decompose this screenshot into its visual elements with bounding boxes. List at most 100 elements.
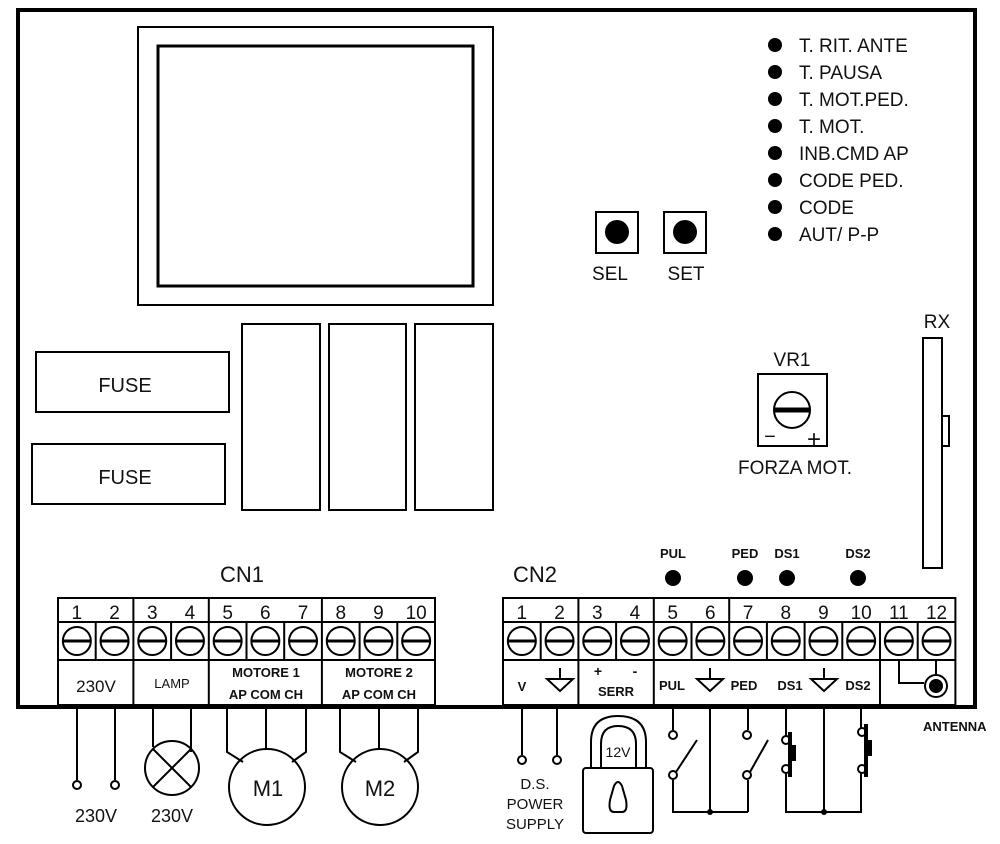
terminal-screw-icon[interactable] — [808, 626, 839, 656]
status-led-label: T. MOT.PED. — [799, 90, 909, 111]
relay-1 — [241, 323, 321, 511]
status-led — [768, 227, 782, 241]
ds-supply-label-2: POWER — [507, 796, 564, 813]
rx-receiver-slot: RX — [922, 312, 951, 569]
set-label: SET — [668, 264, 705, 285]
terminal-number: 3 — [147, 603, 158, 624]
set-button[interactable]: SET — [663, 211, 707, 285]
terminal-number: 6 — [260, 603, 271, 624]
lamp-230v-label: 230V — [151, 806, 193, 826]
cn2-title: CN2 — [513, 562, 557, 587]
status-led — [768, 92, 782, 106]
ped-switch-icon — [749, 739, 769, 773]
ds-supply-label-1: D.S. — [520, 776, 549, 793]
vr1-trimmer[interactable]: VR1 − + FORZA MOT. — [738, 350, 852, 479]
control-board-wiring-diagram: FUSE FUSE T. RIT. ANTET. PAUSAT. MOT.PED… — [16, 8, 987, 834]
cn2-terminal-block: 1 2 3 4 5 6 7 8 9 10 11 12 — [502, 597, 957, 706]
sel-button[interactable]: SEL — [592, 211, 639, 285]
cn2-ds1-label: DS1 — [777, 678, 802, 693]
relay-2 — [328, 323, 407, 511]
terminal-screw-icon[interactable] — [695, 626, 726, 656]
fuse-2: FUSE — [31, 443, 226, 505]
terminal-screw-icon[interactable] — [137, 626, 168, 656]
terminal-screw-icon[interactable] — [846, 626, 877, 656]
input-led-label: DS2 — [845, 546, 870, 561]
terminal-number: 7 — [743, 603, 754, 624]
padlock-icon — [582, 714, 654, 834]
terminal-screw-icon[interactable] — [401, 626, 432, 656]
terminal-number: 10 — [851, 603, 872, 624]
cn1-lamp-label: LAMP — [154, 676, 189, 691]
status-led-list: T. RIT. ANTE T. PAUSA T. MOT.PED. T. MOT. IN… — [768, 36, 909, 246]
terminal-number: 8 — [780, 603, 791, 624]
terminal-screw-icon[interactable] — [363, 626, 394, 656]
rx-label: RX — [924, 312, 951, 333]
cn1-motore1-pins: AP COM CH — [229, 687, 303, 702]
cn1-230v-label: 230V — [76, 677, 116, 696]
cn2-serr-plus: + — [594, 663, 602, 679]
pul-switch-icon — [675, 739, 698, 773]
terminal-screw-icon[interactable] — [883, 626, 914, 656]
lamp-icon — [144, 740, 200, 796]
antenna-label: ANTENNA — [923, 719, 987, 734]
trimmer-plus: + — [807, 426, 821, 453]
terminal-screw-icon[interactable] — [582, 626, 613, 656]
terminal-screw-icon[interactable] — [733, 626, 764, 656]
motor-2-label: M2 — [365, 776, 396, 801]
forza-mot-label: FORZA MOT. — [738, 458, 852, 479]
ground-icon — [544, 668, 576, 693]
terminal-screw-icon[interactable] — [544, 626, 575, 656]
status-led-label: T. RIT. ANTE — [799, 36, 908, 57]
ground-icon — [694, 668, 726, 693]
vr1-label: VR1 — [774, 350, 811, 371]
fuse-1: FUSE — [35, 351, 230, 413]
input-led-label: DS1 — [774, 546, 799, 561]
terminal-screw-icon[interactable] — [657, 626, 688, 656]
terminal-screw-icon[interactable] — [99, 626, 130, 656]
terminal-screw-icon[interactable] — [212, 626, 243, 656]
ds2-safety-contact-icon — [857, 724, 872, 777]
terminal-screw-icon[interactable] — [250, 626, 281, 656]
fuse-label: FUSE — [98, 375, 151, 397]
terminal-screw-icon[interactable] — [325, 626, 356, 656]
cn2-v-label: V — [518, 679, 527, 694]
terminal-screw-icon[interactable] — [288, 626, 319, 656]
terminal-number: 1 — [72, 603, 83, 624]
status-led-label: T. MOT. — [799, 117, 864, 138]
ds-supply-label-3: SUPPLY — [506, 816, 564, 833]
status-led-label: CODE PED. — [799, 171, 904, 192]
terminal-number: 6 — [705, 603, 716, 624]
input-led-label: PED — [732, 546, 759, 561]
status-led — [768, 173, 782, 187]
terminal-screw-icon[interactable] — [174, 626, 205, 656]
terminal-number: 12 — [926, 603, 947, 624]
terminal-number: 2 — [554, 603, 565, 624]
cn1-motore2-pins: AP COM CH — [342, 687, 416, 702]
cn2-ds2-label: DS2 — [845, 678, 870, 693]
terminal-screw-icon[interactable] — [619, 626, 650, 656]
status-led-label: INB.CMD AP — [799, 144, 909, 165]
terminal-number: 9 — [818, 603, 829, 624]
status-led — [768, 146, 782, 160]
terminal-screw-icon[interactable] — [506, 626, 537, 656]
terminal-number: 2 — [109, 603, 120, 624]
input-led — [850, 570, 866, 586]
lock-voltage-label: 12V — [606, 744, 632, 760]
motor-1-label: M1 — [253, 776, 284, 801]
terminal-screw-icon[interactable] — [61, 626, 92, 656]
input-led — [737, 570, 753, 586]
terminal-number: 5 — [667, 603, 678, 624]
status-led-label: T. PAUSA — [799, 63, 882, 84]
status-led — [768, 200, 782, 214]
terminal-screw-icon[interactable] — [770, 626, 801, 656]
input-led — [665, 570, 681, 586]
terminal-screw-icon[interactable] — [921, 626, 952, 656]
status-led — [768, 119, 782, 133]
status-led-label: AUT/ P-P — [799, 225, 879, 246]
ds1-safety-contact-icon — [781, 732, 796, 777]
trimmer-minus: − — [764, 426, 776, 448]
ground-icon — [808, 668, 840, 693]
display-frame — [137, 26, 494, 306]
terminal-number: 9 — [373, 603, 384, 624]
input-led-group: PUL PED DS1 DS2 — [660, 546, 871, 586]
